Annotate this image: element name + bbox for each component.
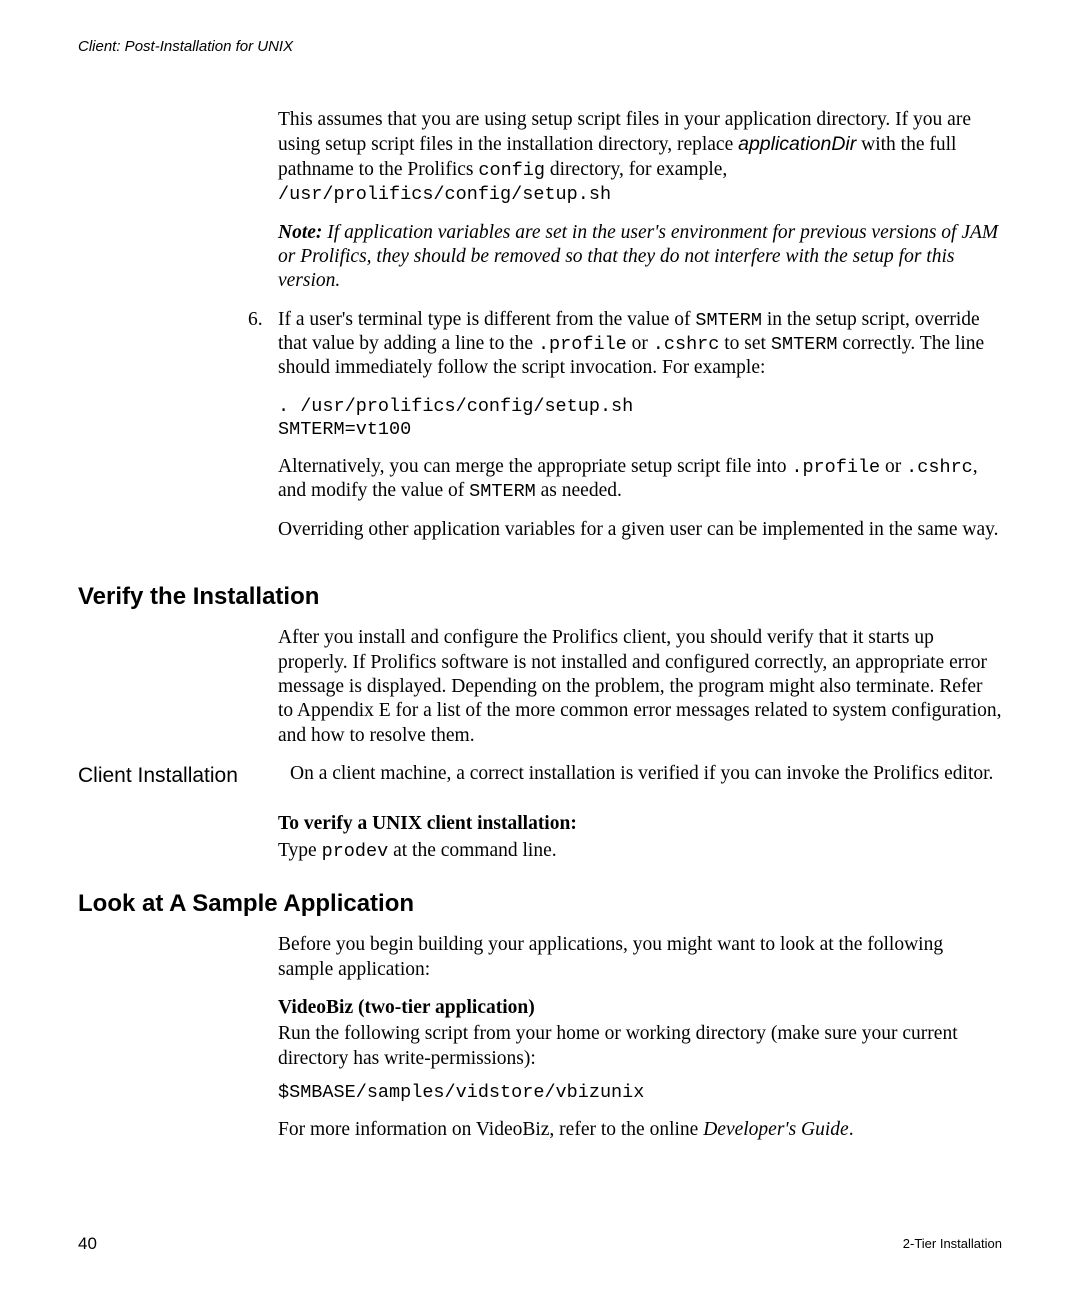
page-number: 40	[78, 1233, 97, 1254]
running-header: Client: Post-Installation for UNIX	[78, 38, 293, 57]
text: as needed.	[536, 480, 622, 501]
override-paragraph: Overriding other application variables f…	[278, 518, 1002, 542]
verify-paragraph: After you install and configure the Prol…	[278, 626, 1002, 748]
step-number: 6.	[248, 308, 278, 557]
text: If a user's terminal type is different f…	[278, 309, 695, 330]
intro-paragraph: This assumes that you are using setup sc…	[278, 108, 1002, 207]
footer-title: 2-Tier Installation	[903, 1236, 1002, 1252]
text: For more information on VideoBiz, refer …	[278, 1119, 703, 1140]
text: to set	[719, 333, 770, 354]
text: Type	[278, 840, 322, 861]
setup-path: /usr/prolifics/config/setup.sh	[278, 184, 611, 205]
text: Alternatively, you can merge the appropr…	[278, 456, 791, 477]
smterm-token-2: SMTERM	[771, 334, 838, 355]
client-installation-row: Client Installation On a client machine,…	[78, 762, 1002, 800]
smterm-token-3: SMTERM	[469, 481, 536, 502]
heading-sample-app: Look at A Sample Application	[78, 889, 1002, 919]
text: or	[880, 456, 906, 477]
side-heading-client-installation: Client Installation	[78, 762, 290, 800]
more-info-paragraph: For more information on VideoBiz, refer …	[278, 1118, 1002, 1142]
config-token: config	[478, 160, 545, 181]
cshrc-token-2: .cshrc	[906, 457, 973, 478]
text: or	[627, 333, 653, 354]
smterm-token: SMTERM	[695, 310, 762, 331]
text: at the command line.	[388, 840, 556, 861]
page-content: This assumes that you are using setup sc…	[78, 108, 1002, 1157]
note-paragraph: Note: If application variables are set i…	[278, 221, 1002, 294]
code-block-vbizunix: $SMBASE/samples/vidstore/vbizunix	[278, 1081, 1002, 1104]
verify-command-paragraph: Type prodev at the command line.	[278, 839, 1002, 863]
heading-verify: Verify the Installation	[78, 582, 1002, 612]
verify-subhead: To verify a UNIX client installation:	[278, 812, 1002, 836]
profile-token-2: .profile	[791, 457, 880, 478]
sample-intro-paragraph: Before you begin building your applicati…	[278, 933, 1002, 982]
prodev-token: prodev	[322, 841, 389, 862]
cshrc-token: .cshrc	[653, 334, 720, 355]
videobiz-paragraph: Run the following script from your home …	[278, 1022, 1002, 1071]
profile-token: .profile	[538, 334, 627, 355]
client-install-paragraph: On a client machine, a correct installat…	[290, 762, 1002, 786]
code-block-setup: . /usr/prolifics/config/setup.sh SMTERM=…	[278, 395, 1002, 441]
step-6: 6. If a user's terminal type is differen…	[248, 308, 1002, 557]
note-text: If application variables are set in the …	[278, 222, 998, 292]
application-dir-token: applicationDir	[738, 133, 856, 155]
alt-paragraph: Alternatively, you can merge the appropr…	[278, 455, 1002, 504]
step-text: If a user's terminal type is different f…	[278, 308, 1002, 381]
text: directory, for example,	[545, 159, 727, 180]
text: .	[849, 1119, 854, 1140]
note-label: Note:	[278, 222, 322, 243]
videobiz-subhead: VideoBiz (two-tier application)	[278, 996, 1002, 1020]
developers-guide-ref: Developer's Guide	[703, 1119, 849, 1140]
